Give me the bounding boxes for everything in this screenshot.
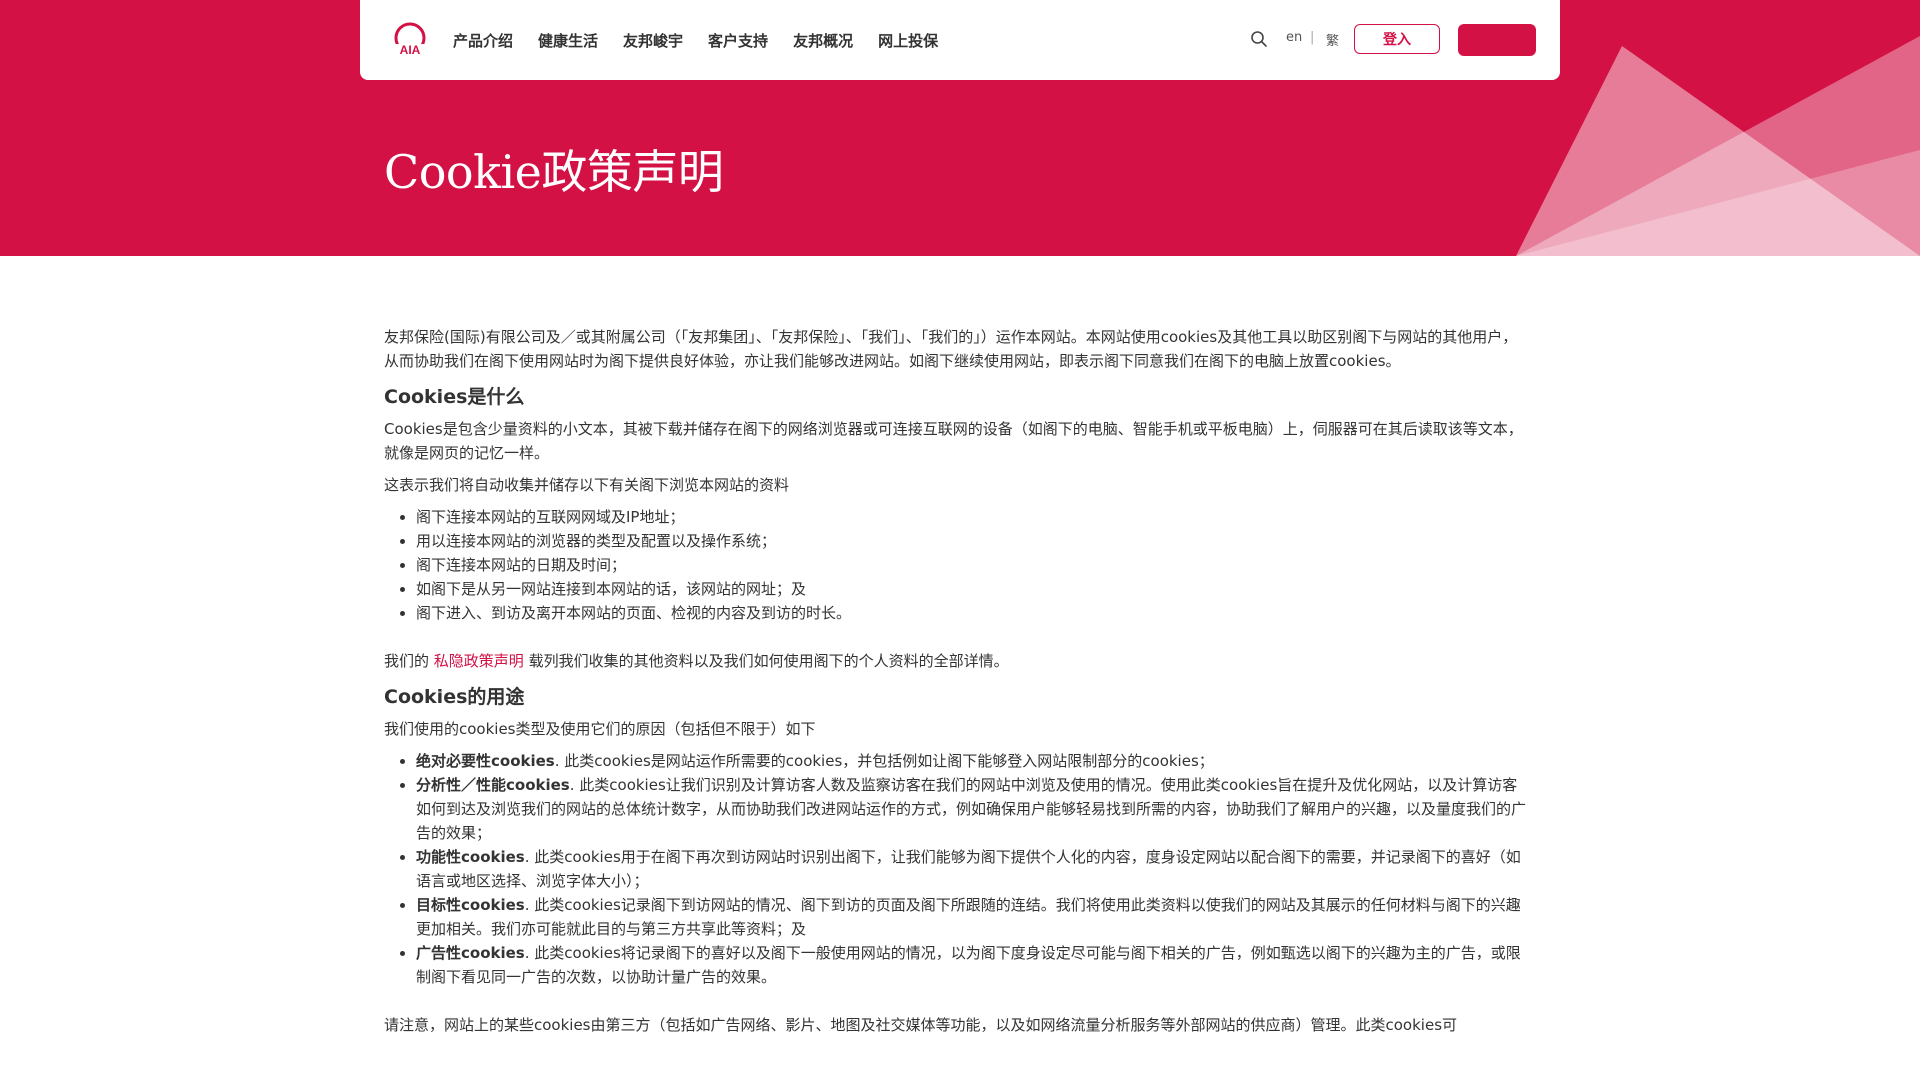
cookie-type-term: 功能性cookies — [416, 848, 525, 866]
list-item: 阁下连接本网站的日期及时间； — [416, 553, 1532, 577]
cookie-type-term: 分析性／性能cookies — [416, 776, 570, 794]
list-item: 广告性cookies. 此类cookies将记录阁下的喜好以及阁下一般使用网站的… — [416, 941, 1532, 989]
nav-item-about[interactable]: 友邦概况 — [793, 30, 853, 51]
section-heading-use: Cookies的用途 — [384, 686, 525, 708]
hero-banner: AIA 产品介绍 健康生活 友邦峻宇 客户支持 友邦概况 网上投保 en | 繁… — [0, 0, 1920, 256]
list-item: 分析性／性能cookies. 此类cookies让我们识别及计算访客人数及监察访… — [416, 773, 1532, 845]
cookie-type-term: 广告性cookies — [416, 944, 525, 962]
cookie-type-term: 目标性cookies — [416, 896, 525, 914]
language-en-link[interactable]: en — [1286, 30, 1302, 45]
collect-intro: 这表示我们将自动收集并储存以下有关阁下浏览本网站的资料 — [384, 476, 790, 494]
privacy-paragraph: 我们的 私隐政策声明 载列我们收集的其他资料以及我们如何使用阁下的个人资料的全部… — [384, 649, 1532, 673]
list-item: 用以连接本网站的浏览器的类型及配置以及操作系统； — [416, 529, 1532, 553]
section-heading-what: Cookies是什么 — [384, 386, 525, 408]
cookie-type-text: . 此类cookies是网站运作所需要的cookies，并包括例如让阁下能够登入… — [554, 752, 1214, 770]
aia-logo-icon[interactable]: AIA — [390, 20, 430, 60]
cookie-type-text: . 此类cookies让我们识别及计算访客人数及监察访客在我们的网站中浏览及使用… — [416, 776, 1527, 842]
use-intro: 我们使用的cookies类型及使用它们的原因（包括但不限于）如下 — [384, 720, 816, 738]
cookie-type-text: . 此类cookies用于在阁下再次到访网站时识别出阁下，让我们能够为阁下提供个… — [416, 848, 1521, 890]
main-menu: 产品介绍 健康生活 友邦峻宇 客户支持 友邦概况 网上投保 — [453, 0, 963, 80]
nav-item-premier[interactable]: 友邦峻宇 — [623, 30, 683, 51]
list-item: 阁下连接本网站的互联网网域及IP地址； — [416, 505, 1532, 529]
privacy-policy-link[interactable]: 私隐政策声明 — [434, 652, 524, 670]
search-icon[interactable] — [1250, 30, 1268, 48]
nav-item-support[interactable]: 客户支持 — [708, 30, 768, 51]
login-button[interactable]: 登入 — [1354, 24, 1440, 54]
svg-text:AIA: AIA — [400, 43, 421, 57]
nav-item-healthy-living[interactable]: 健康生活 — [538, 30, 598, 51]
third-party-paragraph: 请注意，网站上的某些cookies由第三方（包括如广告网络、影片、地图及社交媒体… — [384, 1016, 1458, 1034]
policy-content: 友邦保险(国际)有限公司及／或其附属公司（「友邦集团」、「友邦保险」、「我们」、… — [384, 325, 1532, 1037]
privacy-prefix: 我们的 — [384, 652, 434, 670]
intro-paragraph: 友邦保险(国际)有限公司及／或其附属公司（「友邦集团」、「友邦保险」、「我们」、… — [384, 328, 1518, 370]
list-item: 功能性cookies. 此类cookies用于在阁下再次到访网站时识别出阁下，让… — [416, 845, 1532, 893]
language-tc-link[interactable]: 繁 — [1326, 30, 1339, 49]
cookie-type-text: . 此类cookies记录阁下到访网站的情况、阁下到访的页面及阁下所跟随的连结。… — [416, 896, 1521, 938]
cookie-type-term: 绝对必要性cookies — [416, 752, 555, 770]
cookie-type-text: . 此类cookies将记录阁下的喜好以及阁下一般使用网站的情况，以为阁下度身设… — [416, 944, 1521, 986]
list-item: 绝对必要性cookies. 此类cookies是网站运作所需要的cookies，… — [416, 749, 1532, 773]
cta-button[interactable] — [1458, 24, 1536, 56]
nav-item-products[interactable]: 产品介绍 — [453, 30, 513, 51]
language-divider: | — [1310, 30, 1315, 45]
page-title: Cookie政策声明 — [384, 145, 724, 199]
list-item: 阁下进入、到访及离开本网站的页面、检视的内容及到访的时长。 — [416, 601, 1532, 625]
top-navbar: AIA 产品介绍 健康生活 友邦峻宇 客户支持 友邦概况 网上投保 en | 繁… — [360, 0, 1560, 80]
privacy-suffix: 载列我们收集的其他资料以及我们如何使用阁下的个人资料的全部详情。 — [523, 652, 1009, 670]
what-paragraph: Cookies是包含少量资料的小文本，其被下载并储存在阁下的网络浏览器或可连接互… — [384, 420, 1523, 462]
collected-data-list: 阁下连接本网站的互联网网域及IP地址； 用以连接本网站的浏览器的类型及配置以及操… — [384, 505, 1532, 625]
nav-item-online-purchase[interactable]: 网上投保 — [878, 30, 938, 51]
list-item: 如阁下是从另一网站连接到本网站的话，该网站的网址；及 — [416, 577, 1532, 601]
cookie-types-list: 绝对必要性cookies. 此类cookies是网站运作所需要的cookies，… — [384, 749, 1532, 989]
list-item: 目标性cookies. 此类cookies记录阁下到访网站的情况、阁下到访的页面… — [416, 893, 1532, 941]
